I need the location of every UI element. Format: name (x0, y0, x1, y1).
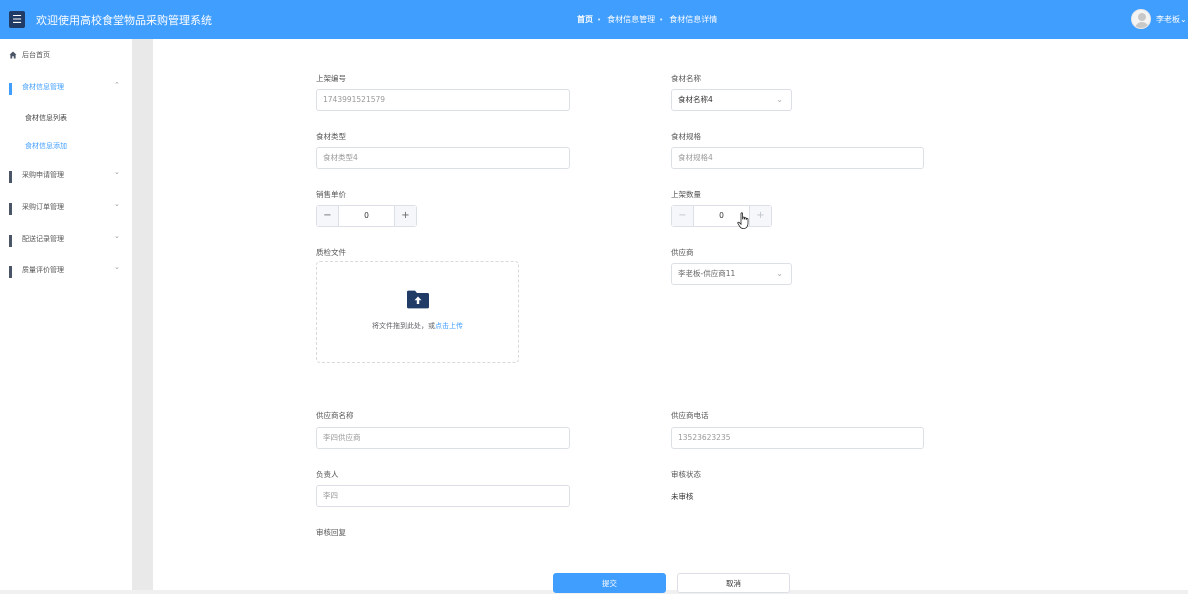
user-menu[interactable]: 李老板⌄ (1156, 14, 1187, 25)
grid-icon (9, 266, 17, 278)
price-label: 销售单价 (316, 190, 346, 199)
sidebar-item-label: 采购订单管理 (22, 203, 64, 211)
sidebar-item-home[interactable]: 后台首页 (9, 50, 50, 60)
chevron-down-icon: ⌄ (776, 269, 783, 278)
sidebar-item-label: 配送记录管理 (22, 235, 64, 243)
breadcrumb: 首页 • 食材信息管理 • 食材信息详情 (577, 14, 717, 25)
food-name-label: 食材名称 (671, 74, 701, 83)
user-name: 李老板 (1156, 15, 1180, 24)
breadcrumb-food-detail: 食材信息详情 (669, 15, 718, 24)
grid-icon (9, 235, 17, 247)
supplier-name-field[interactable]: 李四供应商 (316, 427, 570, 449)
grid-icon (9, 83, 17, 95)
sidebar-subitem-food-add[interactable]: 食材信息添加 (25, 141, 67, 151)
quantity-stepper[interactable]: − 0 + (671, 205, 772, 227)
sidebar-item-purchase-request[interactable]: 采购申请管理 (9, 170, 64, 183)
code-field[interactable]: 1743991521579 (316, 89, 570, 111)
sidebar-item-label: 食材信息管理 (22, 83, 64, 91)
chevron-up-icon[interactable]: ⌃ (114, 81, 120, 89)
supplier-select[interactable]: 李老板-供应商11 ⌄ (671, 263, 792, 285)
chevron-down-icon[interactable]: ⌄ (114, 168, 120, 176)
chevron-down-icon[interactable]: ⌄ (114, 263, 120, 271)
price-stepper[interactable]: − 0 + (316, 205, 417, 227)
decrement-button[interactable]: − (672, 206, 694, 226)
upload-hint-text: 将文件拖到此处，或 (372, 322, 435, 330)
decrement-button[interactable]: − (317, 206, 339, 226)
sidebar-item-label: 质量评价管理 (22, 266, 64, 274)
breadcrumb-home[interactable]: 首页 (577, 14, 593, 25)
food-name-value: 食材名称4 (678, 95, 713, 104)
breadcrumb-separator-icon: • (659, 15, 664, 24)
sidebar-item-delivery[interactable]: 配送记录管理 (9, 234, 64, 247)
hamburger-icon[interactable]: ☰ (9, 11, 25, 28)
chevron-down-icon[interactable]: ⌄ (114, 232, 120, 240)
increment-button[interactable]: + (394, 206, 416, 226)
food-spec-label: 食材规格 (671, 132, 701, 141)
avatar[interactable] (1131, 9, 1151, 29)
cancel-button[interactable]: 取消 (677, 573, 790, 593)
sidebar-subitem-food-list[interactable]: 食材信息列表 (25, 113, 67, 123)
supplier-name-label: 供应商名称 (316, 411, 354, 420)
sidebar-item-label: 后台首页 (22, 51, 50, 59)
file-upload-dropzone[interactable]: 将文件拖到此处，或点击上传 (316, 261, 519, 363)
grid-icon (9, 171, 17, 183)
folder-upload-icon (407, 290, 429, 309)
owner-field[interactable]: 李四 (316, 485, 570, 507)
main-form: 上架编号 1743991521579 食材名称 食材名称4 ⌄ 食材类型 食材类… (153, 39, 1188, 593)
supplier-label: 供应商 (671, 248, 694, 257)
quantity-label: 上架数量 (671, 190, 701, 199)
upload-hint: 将文件拖到此处，或点击上传 (317, 321, 518, 331)
supplier-phone-label: 供应商电话 (671, 411, 709, 420)
review-status-label: 审核状态 (671, 470, 701, 479)
sidebar-scrollbar-track[interactable] (132, 39, 153, 590)
top-bar: ☰ 欢迎使用高校食堂物品采购管理系统 首页 • 食材信息管理 • 食材信息详情 … (0, 0, 1188, 39)
hand-cursor-icon (737, 212, 749, 229)
review-status-value: 未审核 (671, 492, 694, 501)
breadcrumb-separator-icon: • (597, 15, 602, 24)
sidebar: 后台首页 食材信息管理 ⌃ 食材信息列表 食材信息添加 采购申请管理 ⌄ 采购订… (0, 39, 132, 590)
price-value[interactable]: 0 (339, 206, 394, 226)
owner-label: 负责人 (316, 470, 339, 479)
upload-link[interactable]: 点击上传 (435, 322, 463, 330)
chevron-down-icon[interactable]: ⌄ (114, 200, 120, 208)
supplier-value: 李老板-供应商11 (678, 269, 736, 278)
sidebar-item-quality[interactable]: 质量评价管理 (9, 265, 64, 278)
sidebar-item-label: 采购申请管理 (22, 171, 64, 179)
code-label: 上架编号 (316, 74, 346, 83)
food-type-label: 食材类型 (316, 132, 346, 141)
breadcrumb-food-management[interactable]: 食材信息管理 (607, 14, 655, 25)
increment-button[interactable]: + (749, 206, 771, 226)
sidebar-item-food-management[interactable]: 食材信息管理 (9, 82, 64, 95)
review-reply-label: 审核回复 (316, 528, 346, 537)
chevron-down-icon: ⌄ (776, 95, 783, 104)
food-spec-field[interactable]: 食材规格4 (671, 147, 924, 169)
grid-icon (9, 203, 17, 215)
food-name-select[interactable]: 食材名称4 ⌄ (671, 89, 792, 111)
submit-button[interactable]: 提交 (553, 573, 666, 593)
supplier-phone-field[interactable]: 13523623235 (671, 427, 924, 449)
sidebar-item-purchase-order[interactable]: 采购订单管理 (9, 202, 64, 215)
home-icon (9, 51, 17, 59)
inspection-file-label: 质检文件 (316, 248, 346, 257)
app-title: 欢迎使用高校食堂物品采购管理系统 (36, 14, 212, 27)
food-type-field[interactable]: 食材类型4 (316, 147, 570, 169)
chevron-down-icon: ⌄ (1180, 15, 1187, 24)
